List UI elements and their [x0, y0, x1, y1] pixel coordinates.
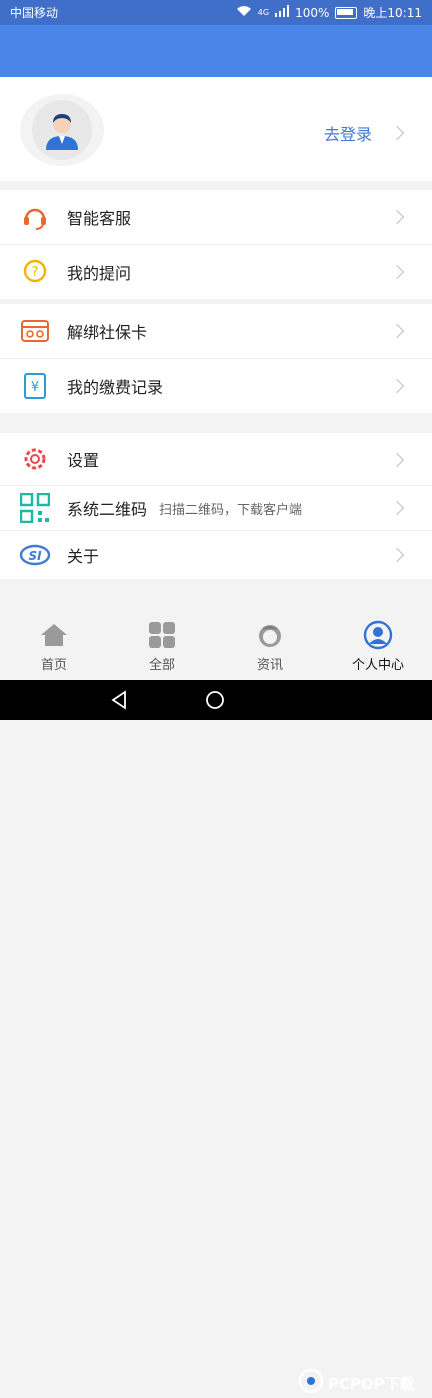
menu-item-payment-records[interactable]: ¥ 我的缴费记录	[0, 359, 432, 413]
user-avatar-icon	[46, 114, 78, 150]
avatar-ring	[20, 94, 104, 166]
tab-home[interactable]: 首页	[0, 617, 108, 679]
status-indicators: 4G 100% 晚上10:11	[236, 4, 422, 21]
menu-item-label: 关于	[67, 547, 100, 566]
qrcode-icon	[18, 491, 52, 525]
news-icon	[255, 620, 285, 650]
tab-label: 个人中心	[351, 658, 404, 673]
gear-icon	[18, 442, 52, 476]
menu-item-unbind-card[interactable]: 解绑社保卡	[0, 304, 432, 359]
home-icon	[39, 620, 69, 650]
tab-all[interactable]: 全部	[108, 617, 216, 679]
network-type: 4G	[257, 8, 270, 17]
chevron-right-icon	[389, 547, 405, 563]
tab-profile[interactable]: 个人中心	[324, 617, 432, 679]
chevron-right-icon	[389, 378, 405, 394]
headset-icon	[18, 200, 52, 234]
payment-record-icon: ¥	[18, 369, 52, 403]
wifi-icon	[236, 5, 252, 20]
menu-item-settings[interactable]: 设置	[0, 433, 432, 486]
profile-header[interactable]: 去登录	[0, 77, 432, 181]
chevron-right-icon	[389, 125, 405, 141]
login-link[interactable]: 去登录	[324, 121, 372, 145]
menu-group-2: 解绑社保卡 ¥ 我的缴费记录	[0, 304, 432, 413]
menu-group-3: 设置 系统二维码 扫描二维码，下载客户端 SI 关于	[0, 433, 432, 579]
menu-item-label: 设置	[67, 451, 100, 470]
tab-label: 资讯	[256, 658, 283, 673]
watermark-text: PCPOP下载	[328, 1374, 415, 1393]
back-icon[interactable]	[110, 690, 128, 714]
chevron-right-icon	[389, 264, 405, 280]
avatar[interactable]	[32, 100, 92, 160]
clock: 晚上10:11	[363, 6, 422, 20]
tab-news[interactable]: 资讯	[216, 617, 324, 679]
menu-item-about[interactable]: SI 关于	[0, 531, 432, 579]
battery-icon	[335, 6, 358, 19]
chevron-right-icon	[389, 209, 405, 225]
watermark: PCPOP下载	[298, 1368, 415, 1398]
menu-item-label: 智能客服	[67, 209, 132, 228]
menu-item-my-questions[interactable]: ? 我的提问	[0, 245, 432, 299]
status-bar: 中国移动 4G 100% 晚上10:11	[0, 0, 432, 25]
bottom-tab-bar: 首页 全部 资讯 个人中心	[0, 617, 432, 679]
chevron-right-icon	[389, 323, 405, 339]
menu-item-qrcode[interactable]: 系统二维码 扫描二维码，下载客户端	[0, 486, 432, 531]
carrier-label: 中国移动	[10, 6, 59, 20]
menu-item-label: 我的提问	[67, 264, 132, 283]
card-icon	[18, 314, 52, 348]
home-circle-icon[interactable]	[205, 690, 225, 714]
svg-text:SI: SI	[28, 549, 42, 563]
menu-item-label: 系统二维码	[67, 500, 148, 519]
menu-item-subtitle: 扫描二维码，下载客户端	[159, 502, 303, 518]
question-bubble-icon: ?	[18, 255, 52, 289]
chevron-right-icon	[389, 500, 405, 516]
tab-label: 首页	[40, 658, 67, 673]
signal-icon	[275, 5, 290, 20]
user-circle-icon	[363, 620, 393, 650]
si-logo-icon: SI	[18, 538, 52, 572]
svg-text:¥: ¥	[31, 380, 39, 395]
system-navigation-bar: PCPOP下载	[0, 680, 432, 1394]
svg-text:?: ?	[32, 265, 39, 280]
menu-item-label: 解绑社保卡	[67, 323, 148, 342]
menu-group-1: 智能客服 ? 我的提问	[0, 190, 432, 299]
grid-icon	[147, 620, 177, 650]
menu-item-label: 我的缴费记录	[67, 378, 164, 397]
tab-label: 全部	[148, 658, 175, 673]
title-bar	[0, 25, 432, 77]
menu-item-customer-service[interactable]: 智能客服	[0, 190, 432, 245]
battery-percent: 100%	[295, 5, 330, 20]
watermark-logo-icon	[298, 1368, 324, 1398]
chevron-right-icon	[389, 452, 405, 468]
